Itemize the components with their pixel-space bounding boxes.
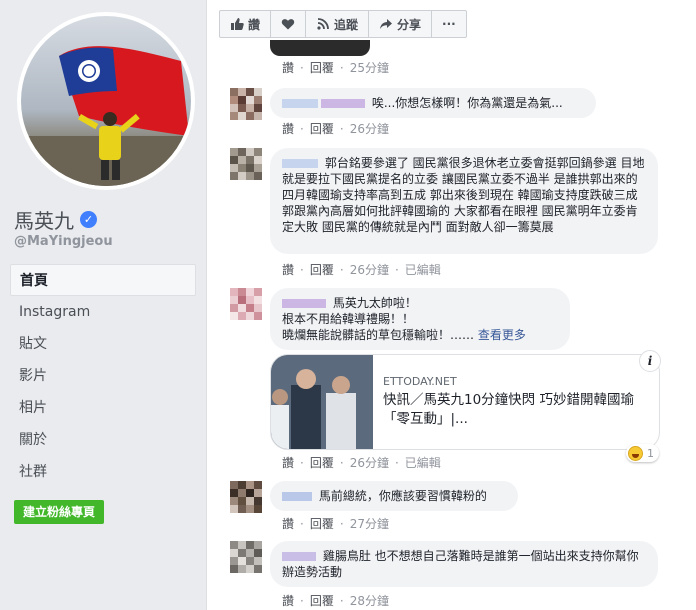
comment-like-link[interactable]: 讚 (282, 515, 294, 532)
commenter-avatar[interactable] (230, 88, 262, 120)
create-page-button[interactable]: 建立粉絲專頁 (14, 500, 105, 524)
see-more-link[interactable]: 查看更多 (478, 328, 526, 342)
page-name-text: 馬英九 (14, 209, 74, 233)
commenter-name-redacted[interactable] (282, 299, 326, 308)
page-title[interactable]: 馬英九 ✓ (14, 205, 97, 234)
reaction-count: 1 (647, 446, 654, 460)
comment-timestamp[interactable]: 27分鐘 (350, 515, 389, 532)
comment-reply-link[interactable]: 回覆 (310, 120, 334, 137)
comment-timestamp[interactable]: 26分鐘 (350, 454, 389, 471)
share-button[interactable]: 分享 (369, 11, 433, 37)
edited-label[interactable]: 已編輯 (405, 454, 441, 471)
comment-like-link[interactable]: 讚 (282, 120, 294, 137)
comment-reply-link[interactable]: 回覆 (310, 592, 334, 609)
thumbs-up-icon (231, 18, 244, 30)
comment-timestamp[interactable]: 28分鐘 (350, 592, 389, 609)
link-title: 快訊／馬英九10分鐘快閃 巧妙錯開韓國瑜「零互動」|... (383, 392, 634, 427)
favorite-button[interactable] (271, 11, 307, 37)
info-icon[interactable]: i (639, 350, 661, 372)
comment-reply-link[interactable]: 回覆 (310, 59, 334, 76)
share-label: 分享 (397, 17, 422, 32)
edited-label[interactable]: 已編輯 (405, 261, 441, 278)
comment-text-line: 曉爛無能說髒話的草包穩輸啦！…… (282, 328, 475, 342)
comment-reply-link[interactable]: 回覆 (310, 454, 334, 471)
comment-bubble: 馬英九太帥啦！ 根本不用給韓導禮賜！！ 曉爛無能說髒話的草包穩輸啦！…… 查看更… (270, 288, 570, 350)
commenter-name-redacted (321, 99, 365, 108)
more-options-button[interactable]: ··· (432, 11, 466, 37)
nav-item-posts[interactable]: 貼文 (10, 328, 196, 360)
commenter-avatar[interactable] (230, 288, 262, 320)
link-preview-card[interactable]: ETTODAY.NET 快訊／馬英九10分鐘快閃 巧妙錯開韓國瑜「零互動」|..… (270, 354, 660, 450)
comment-bubble: 郭台銘要參選了 國民黨很多退休老立委會挺郭回鍋參選 目地就是要拉下國民黨提名的立… (270, 148, 658, 254)
comment-text-line: 馬英九太帥啦！ (332, 296, 417, 310)
page-handle[interactable]: @MaYingjeou (14, 234, 113, 249)
commenter-name-redacted[interactable] (282, 159, 318, 168)
nav-item-instagram[interactable]: Instagram (10, 296, 196, 328)
left-sidebar: 馬英九 ✓ @MaYingjeou 首頁 Instagram 貼文 影片 相片 … (0, 0, 206, 610)
comment-bubble: 馬前總統，你應該要習慣韓粉的 (270, 481, 518, 511)
comment-timestamp[interactable]: 25分鐘 (350, 59, 389, 76)
comment-actions: 讚 · 回覆 · 25分鐘 (282, 59, 389, 76)
comment-like-link[interactable]: 讚 (282, 59, 294, 76)
comment-text: 雞腸鳥肚 也不想想自己落難時是誰第一個站出來支持你幫你辦造勢活動 (282, 549, 639, 579)
share-arrow-icon (380, 19, 393, 29)
comment-reply-link[interactable]: 回覆 (310, 261, 334, 278)
comment-cutoff-image[interactable] (270, 40, 370, 56)
verified-badge-icon: ✓ (80, 211, 97, 228)
comment-like-link[interactable]: 讚 (282, 592, 294, 609)
like-page-label: 讚 (248, 17, 261, 32)
rss-icon (317, 18, 329, 30)
nav-item-community[interactable]: 社群 (10, 456, 196, 488)
comment-actions: 讚 · 回覆 · 26分鐘 · 已編輯 (282, 261, 441, 278)
profile-picture[interactable] (17, 12, 195, 190)
comment-bubble: 唉...你想怎樣啊！你為黨還是為氣... (270, 88, 596, 118)
comment-text: 郭台銘要參選了 國民黨很多退休老立委會挺郭回鍋參選 目地就是要拉下國民黨提名的立… (282, 156, 645, 234)
commenter-avatar[interactable] (230, 481, 262, 513)
nav-item-videos[interactable]: 影片 (10, 360, 196, 392)
comment-like-link[interactable]: 讚 (282, 261, 294, 278)
comment-actions: 讚 · 回覆 · 28分鐘 (282, 592, 389, 609)
follow-button[interactable]: 追蹤 (306, 11, 370, 37)
nav-item-about[interactable]: 關於 (10, 424, 196, 456)
comment-actions: 讚 · 回覆 · 26分鐘 (282, 120, 389, 137)
more-dots-icon: ··· (442, 17, 456, 31)
nav-item-photos[interactable]: 相片 (10, 392, 196, 424)
comment-timestamp[interactable]: 26分鐘 (350, 261, 389, 278)
link-domain: ETTODAY.NET (383, 375, 457, 388)
comment-text-line: 根本不用給韓導禮賜！！ (282, 312, 415, 326)
commenter-name-redacted[interactable] (282, 99, 318, 108)
link-thumbnail (271, 355, 373, 449)
comment-actions: 讚 · 回覆 · 26分鐘 · 已編輯 (282, 454, 441, 471)
heart-icon (281, 19, 295, 30)
nav-item-home[interactable]: 首頁 (10, 264, 196, 296)
page-toolbar: 讚 追蹤 分享 ··· (219, 10, 467, 38)
avatar (21, 16, 191, 186)
commenter-avatar[interactable] (230, 541, 262, 573)
follow-label: 追蹤 (334, 17, 359, 32)
page-nav: 首頁 Instagram 貼文 影片 相片 關於 社群 (10, 264, 196, 488)
haha-reaction-icon (628, 445, 643, 461)
reaction-summary[interactable]: 1 (626, 444, 659, 462)
like-page-button[interactable]: 讚 (220, 11, 272, 37)
commenter-avatar[interactable] (230, 148, 262, 180)
comment-reply-link[interactable]: 回覆 (310, 515, 334, 532)
comment-bubble: 雞腸鳥肚 也不想想自己落難時是誰第一個站出來支持你幫你辦造勢活動 (270, 541, 658, 587)
commenter-name-redacted[interactable] (282, 492, 312, 501)
comment-actions: 讚 · 回覆 · 27分鐘 (282, 515, 389, 532)
comment-timestamp[interactable]: 26分鐘 (350, 120, 389, 137)
commenter-name-redacted[interactable] (282, 552, 316, 561)
comment-text: 唉...你想怎樣啊！你為黨還是為氣... (371, 96, 563, 110)
comment-text: 馬前總統，你應該要習慣韓粉的 (318, 489, 487, 503)
comment-like-link[interactable]: 讚 (282, 454, 294, 471)
